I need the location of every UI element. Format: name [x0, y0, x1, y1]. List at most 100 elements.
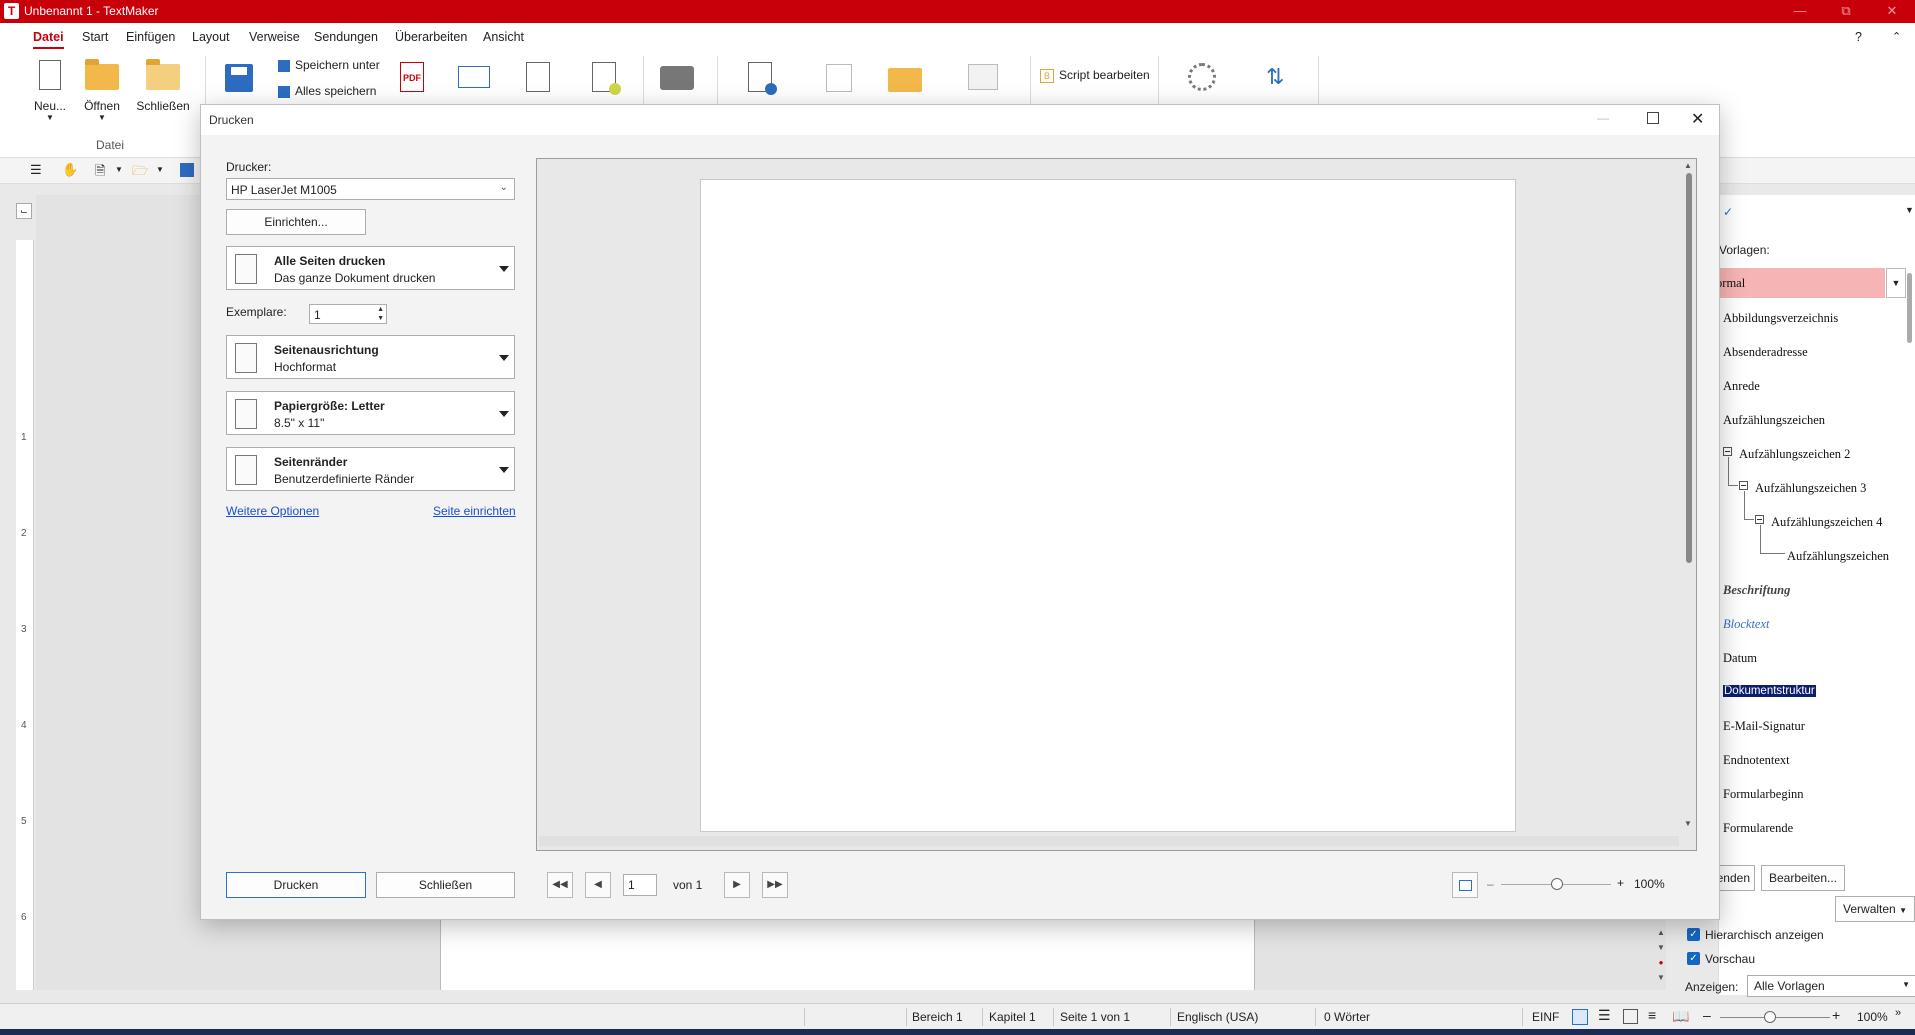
fit-page-button[interactable] — [1452, 872, 1478, 898]
page-number-input[interactable]: 1 — [623, 874, 657, 896]
file-manager-icon[interactable] — [888, 68, 922, 92]
close-icon[interactable]: ✕ — [1691, 109, 1704, 129]
view-page-icon[interactable] — [1572, 1009, 1588, 1025]
scroll-up-icon[interactable]: ▲ — [1684, 161, 1692, 170]
collapse-icon[interactable] — [1739, 481, 1748, 490]
save-small-icon[interactable] — [180, 163, 194, 177]
printer-setup-button[interactable]: Einrichten... — [226, 209, 366, 235]
last-page-icon[interactable]: ▶▶ — [762, 872, 788, 898]
scrollbar-thumb[interactable] — [1907, 273, 1912, 343]
document-page[interactable] — [440, 917, 1255, 990]
collapse-icon[interactable] — [1755, 515, 1764, 524]
menu-ansicht[interactable]: Ansicht — [483, 30, 524, 44]
save-as-button[interactable]: Speichern unter — [278, 58, 380, 72]
zoom-out-icon[interactable]: – — [1703, 1007, 1711, 1023]
zoom-slider-thumb[interactable] — [1764, 1011, 1776, 1023]
pages-dropdown[interactable]: Alle Seiten drucken Das ganze Dokument d… — [226, 246, 515, 290]
next-page-icon[interactable]: ▶ — [724, 872, 750, 898]
version-document-icon[interactable] — [592, 62, 621, 95]
menu-start[interactable]: Start — [82, 30, 108, 44]
style-item[interactable]: Anrede — [1723, 379, 1760, 394]
style-item[interactable]: Absenderadresse — [1723, 345, 1808, 360]
chevron-down-icon[interactable]: ▼ — [1886, 268, 1906, 298]
chevron-down-icon[interactable]: ▼ — [1905, 205, 1914, 215]
preview-checkbox[interactable]: ✓ — [1687, 952, 1700, 965]
tab-stop-icon[interactable]: ⌙ — [16, 203, 32, 219]
open-folder-small-icon[interactable]: 🗁 — [132, 162, 148, 184]
pdf-export-icon[interactable]: PDF — [400, 62, 424, 92]
margins-dropdown[interactable]: Seitenränder Benutzerdefinierte Ränder — [226, 447, 515, 491]
style-item[interactable]: Aufzählungszeichen — [1787, 549, 1889, 564]
print-button[interactable]: Drucken — [226, 872, 366, 898]
menu-einfuegen[interactable]: Einfügen — [126, 30, 175, 44]
menu-sendungen[interactable]: Sendungen — [314, 30, 378, 44]
menu-layout[interactable]: Layout — [192, 30, 230, 44]
first-page-icon[interactable]: ◀◀ — [547, 872, 573, 898]
preview-hscrollbar[interactable] — [539, 836, 1679, 846]
save-icon[interactable] — [225, 64, 253, 92]
close-doc-button[interactable]: Schließen — [135, 59, 191, 113]
revert-document-icon[interactable] — [826, 64, 852, 92]
style-item[interactable]: Datum — [1723, 651, 1757, 666]
save-all-button[interactable]: Alles speichern — [278, 84, 376, 98]
close-window-icon[interactable]: ✕ — [1869, 0, 1915, 23]
spinner-icon[interactable]: ▲ ▼ — [377, 305, 384, 323]
document-info-icon[interactable] — [748, 62, 777, 95]
gear-icon[interactable] — [1188, 63, 1216, 91]
minimize-icon[interactable]: — — [1597, 111, 1609, 125]
style-item[interactable]: Formularbeginn — [1723, 787, 1804, 802]
new-button[interactable]: Neu... ▼ — [30, 60, 70, 122]
collapse-icon[interactable] — [1723, 447, 1732, 456]
style-item[interactable]: E-Mail-Signatur — [1723, 719, 1805, 734]
page-scroll-buttons[interactable]: ▲ ▼ ● ▼ — [1655, 925, 1667, 985]
chevron-up-icon[interactable]: ⌃ — [1892, 30, 1901, 43]
selected-style-item[interactable]: Normal — [1719, 268, 1885, 298]
manage-styles-button[interactable]: Verwalten ▼ — [1835, 896, 1915, 922]
preview-scrollbar-thumb[interactable] — [1686, 173, 1692, 563]
view-outline-icon[interactable]: ≡ — [1648, 1007, 1656, 1023]
more-options-link[interactable]: Weitere Optionen — [226, 504, 319, 518]
minimize-icon[interactable]: — — [1777, 0, 1823, 23]
paper-size-dropdown[interactable]: Papiergröße: Letter 8.5" x 11" — [226, 391, 515, 435]
status-zoom[interactable]: 100% — [1857, 1010, 1888, 1024]
apply-style-button[interactable]: Anwenden — [1719, 865, 1755, 891]
printer-select[interactable]: HP LaserJet M1005 ⌄ — [226, 178, 515, 200]
sliders-icon[interactable]: ⇅ — [1266, 64, 1284, 90]
style-item[interactable]: Abbildungsverzeichnis — [1723, 311, 1838, 326]
chevron-down-icon[interactable]: ▼ — [156, 165, 164, 174]
view-draft-icon[interactable] — [1623, 1009, 1638, 1024]
chevron-down-icon[interactable]: ▼ — [115, 165, 123, 174]
close-dialog-button[interactable]: Schließen — [376, 872, 515, 898]
new-doc-small-icon[interactable]: 🗎 — [95, 162, 105, 184]
maximize-icon[interactable] — [1647, 112, 1659, 124]
zoom-in-icon[interactable]: + — [1832, 1007, 1840, 1023]
hierarchical-checkbox[interactable]: ✓ — [1687, 928, 1700, 941]
style-item[interactable]: Aufzählungszeichen — [1723, 413, 1825, 428]
style-item[interactable]: Dokumentstruktur — [1723, 685, 1816, 697]
chevron-right-icon[interactable]: » — [1895, 1007, 1901, 1019]
hand-icon[interactable]: ✋ — [62, 162, 78, 178]
previous-page-icon[interactable]: ◀ — [585, 872, 611, 898]
view-continuous-icon[interactable]: ☰ — [1598, 1007, 1611, 1024]
style-item[interactable]: Aufzählungszeichen 3 — [1755, 481, 1866, 496]
zoom-out-icon[interactable]: – — [1487, 877, 1494, 891]
view-book-icon[interactable]: 📖 — [1672, 1008, 1689, 1025]
style-item[interactable]: Endnotentext — [1723, 753, 1790, 768]
script-edit-button[interactable]: B Script bearbeiten — [1040, 68, 1150, 83]
email-icon[interactable] — [458, 66, 490, 88]
style-item[interactable]: Aufzählungszeichen 2 — [1739, 447, 1850, 462]
copies-input[interactable]: 1 ▲ ▼ — [309, 304, 387, 324]
menu-verweise[interactable]: Verweise — [249, 30, 300, 44]
zoom-in-icon[interactable]: + — [1617, 876, 1624, 890]
style-item[interactable]: Aufzählungszeichen 4 — [1771, 515, 1882, 530]
style-item[interactable]: Formularende — [1723, 821, 1793, 836]
printer-icon[interactable] — [660, 66, 694, 90]
send-document-icon[interactable] — [526, 62, 550, 92]
help-icon[interactable]: ? — [1855, 30, 1862, 44]
page-setup-link[interactable]: Seite einrichten — [433, 504, 516, 518]
image-icon[interactable] — [968, 64, 998, 90]
edit-style-button[interactable]: Bearbeiten... — [1761, 865, 1845, 891]
restore-icon[interactable]: ⧉ — [1823, 0, 1869, 23]
preview-zoom-thumb[interactable] — [1551, 878, 1563, 890]
scroll-down-icon[interactable]: ▼ — [1684, 819, 1692, 828]
